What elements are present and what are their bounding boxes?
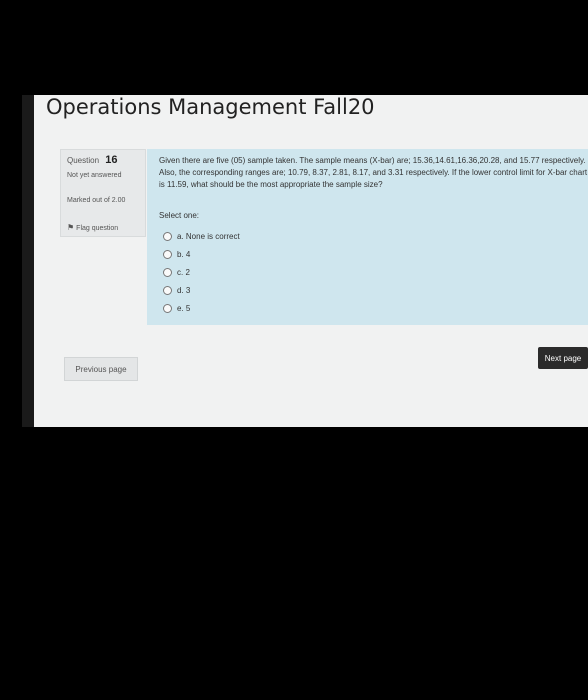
option-d[interactable]: d. 3 (163, 281, 240, 299)
radio-button[interactable] (163, 231, 172, 241)
page-title: Operations Management Fall20 (46, 95, 375, 119)
option-label: e. 5 (177, 303, 191, 313)
flag-question-link[interactable]: ⚑ Flag question (67, 223, 118, 232)
question-number: 16 (105, 154, 118, 166)
option-b[interactable]: b. 4 (163, 245, 240, 263)
option-label: c. 2 (177, 267, 190, 277)
question-text: Given there are five (05) sample taken. … (159, 156, 588, 189)
option-label: a. None is correct (177, 231, 240, 241)
radio-button[interactable] (163, 267, 172, 277)
select-one-label: Select one: (159, 211, 200, 220)
flag-icon: ⚑ (67, 223, 75, 232)
radio-button[interactable] (163, 303, 172, 313)
question-label: Question (67, 156, 100, 165)
option-c[interactable]: c. 2 (163, 263, 240, 281)
answer-options: a. None is correct b. 4 c. 2 d. 3 e. 5 (163, 227, 240, 317)
question-info-box: Question 16 Not yet answered Marked out … (60, 149, 146, 237)
option-e[interactable]: e. 5 (163, 299, 240, 317)
question-number-line: Question 16 (67, 154, 118, 166)
option-a[interactable]: a. None is correct (163, 227, 240, 245)
question-content: Given there are five (05) sample taken. … (147, 149, 588, 325)
radio-button[interactable] (163, 285, 172, 295)
flag-question-label: Flag question (76, 225, 119, 232)
radio-button[interactable] (163, 249, 172, 259)
question-marks: Marked out of 2.00 (67, 197, 126, 204)
option-label: b. 4 (177, 249, 191, 259)
option-label: d. 3 (177, 285, 191, 295)
question-status: Not yet answered (67, 172, 122, 179)
previous-page-button[interactable]: Previous page (64, 357, 138, 381)
quiz-screen: Operations Management Fall20 Question 16… (22, 95, 588, 427)
next-page-button[interactable]: Next page (538, 347, 588, 369)
